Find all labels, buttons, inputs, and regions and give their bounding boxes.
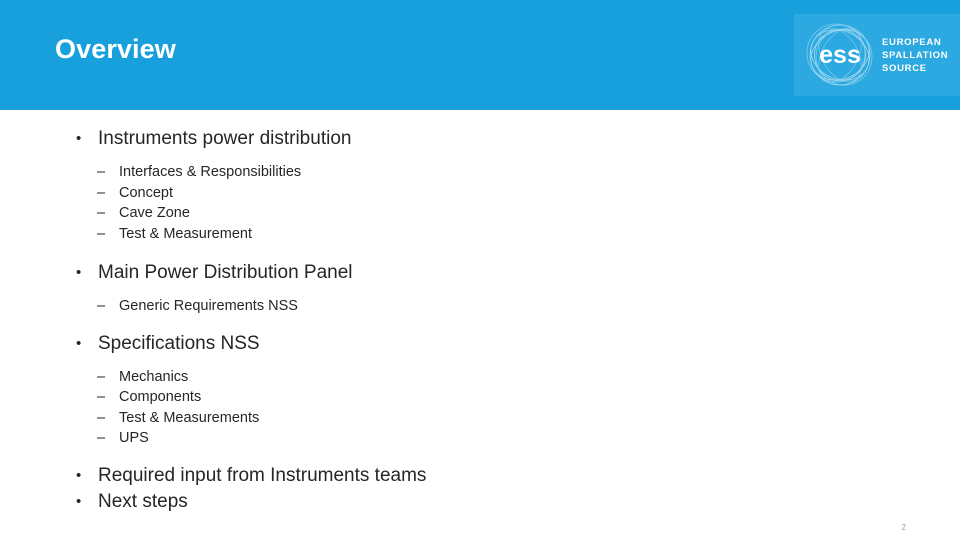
page-title: Overview [55, 34, 176, 64]
ess-logo-mark-icon: ess [804, 19, 876, 91]
dash-marker-icon: – [97, 389, 106, 405]
dash-marker-icon: – [97, 184, 106, 201]
ess-logo-mark-text: ess [819, 41, 861, 69]
sub-bullet-label: Concept [119, 184, 174, 201]
bullet-marker-icon: • [76, 492, 82, 510]
bullet-marker-icon: • [76, 130, 82, 147]
sub-bullet-label: Components [119, 389, 202, 405]
slide-body: • Instruments power distribution – Inter… [0, 110, 960, 540]
sub-bullet-label: UPS [119, 430, 149, 446]
ess-logo-line-1: EUROPEAN [882, 36, 942, 48]
ess-logo: ess EUROPEAN SPALLATION SOURCE [794, 14, 960, 96]
bullet-label: Required input from Instruments teams [98, 464, 427, 486]
sub-bullet-mechanics: – Mechanics [97, 367, 960, 388]
sub-bullet-concept: – Concept [97, 183, 960, 204]
bullet-marker-icon: • [76, 334, 82, 352]
sub-bullet-generic-requirements-nss: – Generic Requirements NSS [97, 296, 960, 317]
outline-list: • Instruments power distribution – Inter… [0, 110, 960, 515]
dash-marker-icon: – [97, 409, 106, 426]
bullet-label: Next steps [98, 490, 188, 512]
bullet-label: Instruments power distribution [98, 128, 352, 149]
dash-marker-icon: – [97, 368, 106, 385]
sub-bullet-label: Test & Measurement [119, 225, 252, 242]
sub-bullet-label: Generic Requirements NSS [119, 298, 298, 314]
dash-marker-icon: – [97, 430, 106, 446]
sub-bullet-label: Test & Measurements [119, 409, 260, 426]
dash-marker-icon: – [97, 225, 106, 242]
bullet-label: Specifications NSS [98, 332, 260, 354]
dash-marker-icon: – [97, 298, 106, 314]
sub-bullet-label: Mechanics [119, 368, 189, 385]
dash-marker-icon: – [97, 205, 106, 221]
sub-bullet-ups: – UPS [97, 428, 960, 449]
ess-logo-line-3: SOURCE [882, 62, 927, 74]
sub-bullet-label: Interfaces & Responsibilities [119, 164, 302, 180]
dash-marker-icon: – [97, 164, 106, 180]
sub-bullet-test-measurement: – Test & Measurement [97, 224, 960, 245]
sub-bullet-cave-zone: – Cave Zone [97, 203, 960, 224]
sub-bullet-interfaces-responsibilities: – Interfaces & Responsibilities [97, 162, 960, 183]
ess-logo-line-2: SPALLATION [882, 49, 949, 61]
sub-bullet-test-measurements: – Test & Measurements [97, 408, 960, 429]
sub-bullet-components: – Components [97, 387, 960, 408]
bullet-marker-icon: • [76, 264, 82, 281]
bullet-item-next-steps: • Next steps [58, 489, 960, 515]
bullet-marker-icon: • [76, 466, 82, 484]
bullet-label: Main Power Distribution Panel [98, 262, 353, 283]
header-banner: Overview ess EUROPEAN SPALLATION SOURCE [0, 0, 960, 110]
sub-bullet-label: Cave Zone [119, 205, 190, 221]
bullet-item-required-input-from-instruments-teams: • Required input from Instruments teams [58, 463, 960, 489]
bullet-item-main-power-distribution-panel: • Main Power Distribution Panel [58, 260, 960, 286]
ess-logo-wordmark: EUROPEAN SPALLATION SOURCE [882, 36, 948, 75]
bullet-item-instruments-power-distribution: • Instruments power distribution [58, 126, 960, 152]
slide-number: 2 [901, 523, 906, 532]
bullet-item-specifications-nss: • Specifications NSS [58, 331, 960, 357]
